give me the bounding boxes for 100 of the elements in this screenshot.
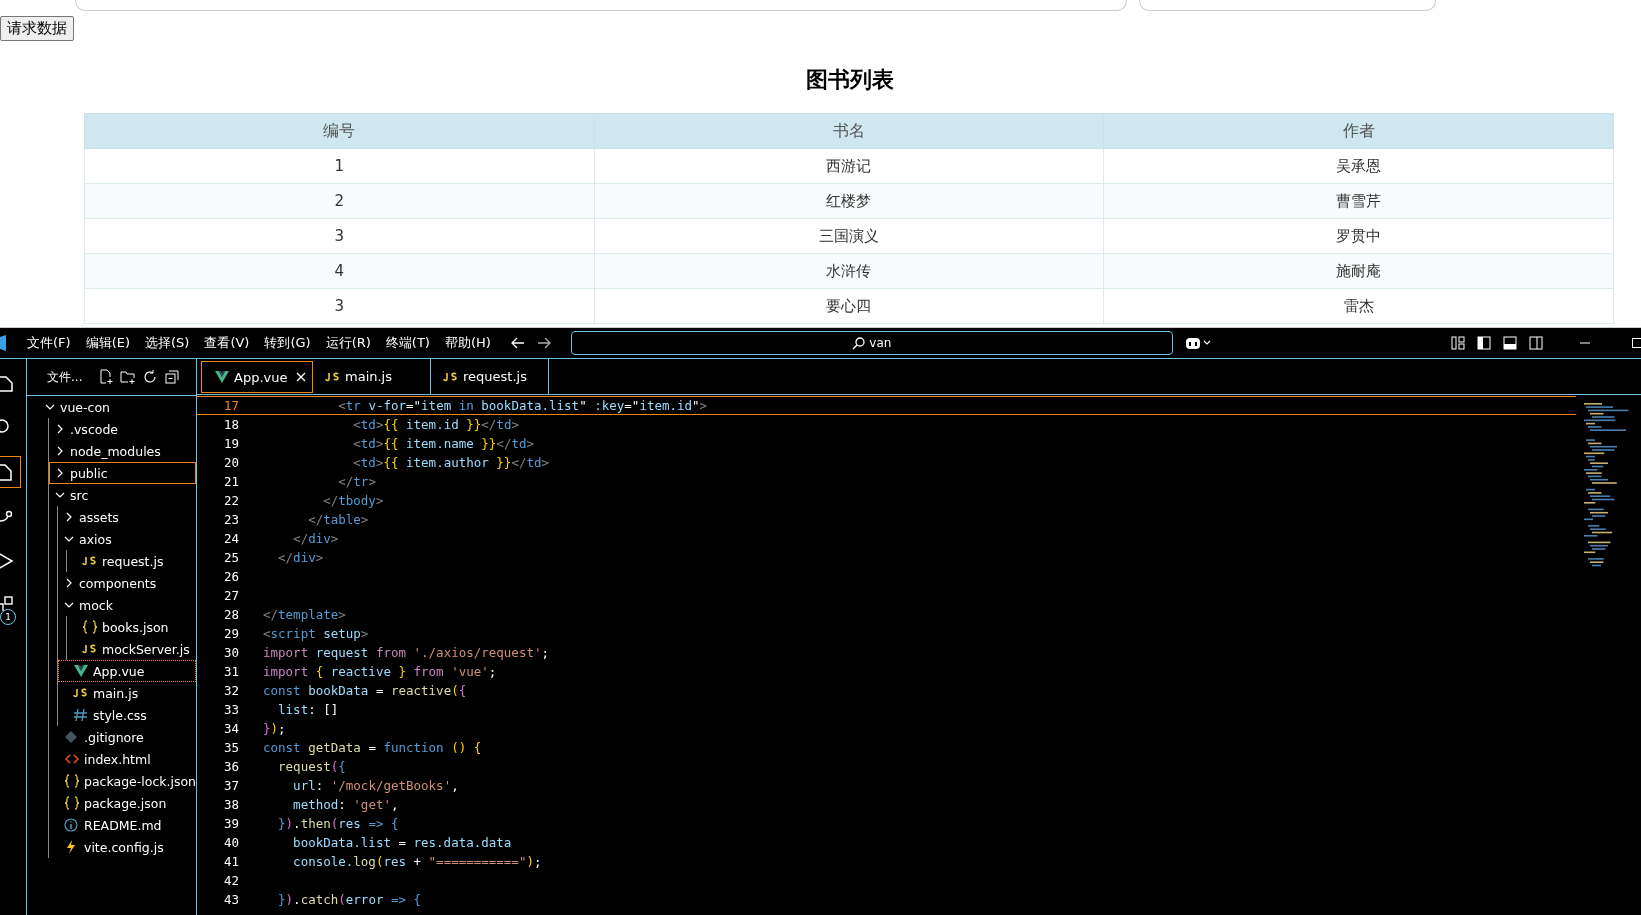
tree-item[interactable]: style.css: [58, 704, 196, 726]
layout-icon[interactable]: [1451, 336, 1465, 350]
js-file-icon: [443, 370, 459, 383]
tree-item[interactable]: package.json: [49, 792, 196, 814]
line-number: 34: [222, 721, 239, 736]
tree-item[interactable]: request.js: [67, 550, 196, 572]
code-line: console.log(res + "===========");: [292, 854, 542, 869]
tree-item[interactable]: axios: [58, 528, 196, 550]
line-number: 26: [222, 569, 239, 584]
menu-item[interactable]: 文件(F): [20, 334, 79, 352]
forward-arrow-icon[interactable]: [536, 337, 551, 349]
menu-item[interactable]: 选择(S): [138, 334, 198, 352]
table-cell: 3: [84, 218, 595, 254]
table-cell: 4: [84, 253, 595, 289]
menu-item[interactable]: 转到(G): [257, 334, 319, 352]
run-debug-icon[interactable]: [0, 551, 14, 571]
line-number: 22: [222, 493, 239, 508]
editor-tab[interactable]: App.vue: [201, 361, 313, 393]
tree-item[interactable]: public: [49, 462, 196, 484]
table-cell: 西游记: [594, 148, 1104, 184]
line-number: 36: [222, 759, 239, 774]
line-number: 28: [222, 607, 239, 622]
vue-file-icon: [214, 370, 230, 384]
tree-item[interactable]: node_modules: [49, 440, 196, 462]
tree-item[interactable]: components: [58, 572, 196, 594]
browser-search-field[interactable]: [1139, 0, 1436, 11]
line-number: 41: [222, 854, 239, 869]
table-cell: 3: [84, 288, 595, 324]
tree-item[interactable]: package-lock.json: [49, 770, 196, 792]
tree-item[interactable]: vite.config.js: [49, 836, 196, 858]
tree-item[interactable]: vue-con: [27, 396, 196, 418]
code-line: </div>: [277, 550, 324, 565]
new-file-icon[interactable]: [98, 369, 115, 385]
back-arrow-icon[interactable]: [510, 337, 525, 349]
menu-item[interactable]: 帮助(H): [437, 334, 499, 352]
menu-item[interactable]: 运行(R): [318, 334, 379, 352]
notification-badge: 1: [0, 609, 16, 625]
sidebar-toggle-icon[interactable]: [1477, 336, 1491, 350]
close-icon[interactable]: [296, 372, 306, 382]
tree-item[interactable]: .gitignore: [49, 726, 196, 748]
files-icon[interactable]: [0, 373, 14, 393]
column-header: 编号: [84, 113, 595, 149]
code-line: }).then(res => {: [277, 816, 399, 831]
code-line: }).catch(error => {: [277, 892, 422, 907]
tree-item[interactable]: main.js: [58, 682, 196, 704]
tree-item[interactable]: books.json: [67, 616, 196, 638]
braces-icon: [64, 796, 80, 810]
tree-item[interactable]: mock: [58, 594, 196, 616]
new-folder-icon[interactable]: [120, 369, 137, 385]
tree-item[interactable]: index.html: [49, 748, 196, 770]
code-line: </tr>: [337, 474, 376, 489]
command-search-field[interactable]: van: [570, 331, 1173, 355]
collapse-all-icon[interactable]: [164, 369, 181, 385]
table-cell: 施耐庵: [1103, 253, 1614, 289]
line-number: 42: [222, 873, 239, 888]
copilot-icon[interactable]: [1184, 336, 1213, 350]
tree-item[interactable]: src: [49, 484, 196, 506]
line-number: 30: [222, 645, 239, 660]
refresh-icon[interactable]: [142, 369, 159, 385]
tree-item[interactable]: assets: [58, 506, 196, 528]
editor-tab[interactable]: request.js: [431, 359, 549, 394]
line-number: 32: [222, 683, 239, 698]
line-number: 27: [222, 588, 239, 603]
column-header: 作者: [1103, 113, 1614, 149]
table-cell: 红楼梦: [594, 183, 1104, 219]
line-number: 17: [222, 398, 239, 413]
column-header: 书名: [594, 113, 1104, 149]
tree-item[interactable]: mockServer.js: [67, 638, 196, 660]
files-icon: [0, 462, 14, 482]
js-file-icon: [325, 370, 341, 383]
request-button[interactable]: 请求数据: [0, 16, 74, 41]
code-line: <tr v-for="item in bookData.list" :key="item.id">: [337, 398, 708, 413]
code-line: request({: [277, 759, 346, 774]
tree-item[interactable]: README.md: [49, 814, 196, 836]
menu-item[interactable]: 编辑(E): [78, 334, 138, 352]
code-line: <td>{{ item.author }}</td>: [352, 455, 550, 470]
line-number: 19: [222, 436, 239, 451]
table-cell: 要心四: [594, 288, 1104, 324]
table-cell: 雷杰: [1103, 288, 1614, 324]
line-number: 20: [222, 455, 239, 470]
table-cell: 水浒传: [594, 253, 1104, 289]
menu-item[interactable]: 终端(T): [378, 334, 438, 352]
tree-item[interactable]: App.vue: [58, 660, 196, 682]
line-number: 23: [222, 512, 239, 527]
line-number: 31: [222, 664, 239, 679]
app-logo-icon: [0, 335, 6, 351]
editor-tab[interactable]: main.js: [313, 359, 431, 394]
explorer-activity-tab[interactable]: [0, 456, 21, 488]
table-cell: 2: [84, 183, 595, 219]
tree-item[interactable]: .vscode: [49, 418, 196, 440]
code-line: list: []: [277, 702, 339, 717]
maximize-icon[interactable]: [1631, 337, 1641, 349]
menu-item[interactable]: 查看(V): [197, 334, 258, 352]
panel-toggle-icon[interactable]: [1503, 336, 1517, 350]
code-line: <td>{{ item.name }}</td>: [352, 436, 534, 451]
line-number: 29: [222, 626, 239, 641]
split-layout-icon[interactable]: [1529, 336, 1543, 350]
vue-file-icon: [73, 664, 89, 678]
code-line: import { reactive } from 'vue';: [263, 664, 497, 679]
code-line: method: 'get',: [292, 797, 399, 812]
